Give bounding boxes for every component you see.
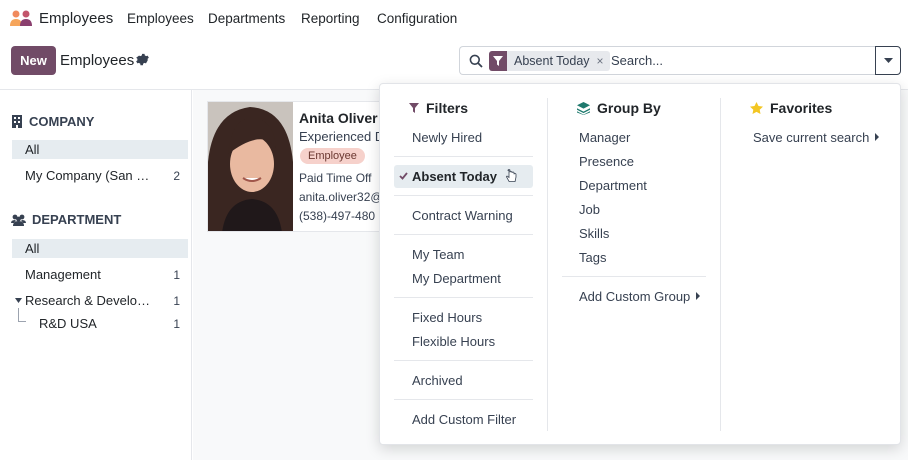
department-item-label: Research & Developm... xyxy=(25,293,152,308)
divider xyxy=(394,297,533,298)
groupby-job[interactable]: Job xyxy=(579,202,600,217)
department-item-label: R&D USA xyxy=(39,316,97,331)
employee-photo xyxy=(208,102,293,231)
star-icon xyxy=(750,102,763,114)
favorites-title: Favorites xyxy=(770,100,833,116)
gear-icon[interactable] xyxy=(136,53,149,66)
column-divider xyxy=(547,98,548,431)
search-icon xyxy=(469,54,483,68)
filter-icon xyxy=(489,51,507,71)
groupby-department[interactable]: Department xyxy=(579,178,647,193)
groupby-presence[interactable]: Presence xyxy=(579,154,634,169)
filter-my-team[interactable]: My Team xyxy=(412,247,465,262)
department-item-label: All xyxy=(25,241,40,256)
facet-label: Absent Today xyxy=(514,54,590,68)
layers-icon xyxy=(577,101,590,115)
add-custom-group[interactable]: Add Custom Group xyxy=(579,289,701,304)
new-button[interactable]: New xyxy=(11,46,56,75)
caret-right-icon xyxy=(696,292,701,300)
company-section-header: COMPANY xyxy=(11,114,94,129)
save-current-search[interactable]: Save current search xyxy=(753,130,880,145)
facet-remove-icon[interactable]: × xyxy=(595,54,610,68)
department-item-management[interactable]: Management 1 xyxy=(12,265,188,284)
employee-phone: (538)-497-480 xyxy=(299,209,376,223)
nav-reporting[interactable]: Reporting xyxy=(301,11,360,26)
company-item-label: All xyxy=(25,142,40,157)
favorites-header: Favorites xyxy=(750,100,832,116)
divider xyxy=(394,195,533,196)
company-item-all[interactable]: All xyxy=(12,140,188,159)
filter-flexible-hours[interactable]: Flexible Hours xyxy=(412,334,495,349)
search-options-dropdown: Filters Newly Hired Absent Today Contrac… xyxy=(379,83,901,445)
department-item-rd-usa[interactable]: R&D USA 1 xyxy=(26,314,188,333)
divider xyxy=(394,360,533,361)
filter-fixed-hours[interactable]: Fixed Hours xyxy=(412,310,482,325)
hand-cursor-icon xyxy=(506,169,517,182)
employee-status: Paid Time Off xyxy=(299,171,372,185)
tree-connector xyxy=(18,308,26,322)
groupby-header: Group By xyxy=(577,100,661,116)
employee-name: Anita Oliver xyxy=(299,110,378,126)
check-icon xyxy=(399,172,408,180)
add-custom-group-label: Add Custom Group xyxy=(579,289,691,304)
search-bar[interactable]: Absent Today × xyxy=(459,46,875,75)
groupby-tags[interactable]: Tags xyxy=(579,250,606,265)
caret-down-icon xyxy=(883,57,893,63)
filter-contract-warning[interactable]: Contract Warning xyxy=(412,208,513,223)
department-item-count: 1 xyxy=(173,267,180,282)
building-icon xyxy=(12,115,22,128)
top-navbar: Employees Employees Departments Reportin… xyxy=(0,0,908,38)
department-item-count: 1 xyxy=(173,293,180,308)
department-section-header: DEPARTMENT xyxy=(11,212,121,227)
divider xyxy=(394,399,533,400)
filters-title: Filters xyxy=(426,100,469,116)
divider xyxy=(394,234,533,235)
caret-down-icon[interactable] xyxy=(15,298,22,303)
app-title[interactable]: Employees xyxy=(39,10,113,27)
nav-configuration[interactable]: Configuration xyxy=(377,11,457,26)
groupby-skills[interactable]: Skills xyxy=(579,226,609,241)
department-section-title: DEPARTMENT xyxy=(32,212,122,227)
filters-header: Filters xyxy=(409,100,468,116)
department-item-count: 1 xyxy=(173,316,180,331)
search-panel-sidebar: COMPANY All My Company (San Fra... 2 DEP… xyxy=(0,90,192,460)
column-divider xyxy=(720,98,721,431)
groupby-title: Group By xyxy=(597,100,661,116)
nav-employees[interactable]: Employees xyxy=(127,11,194,26)
filter-newly-hired[interactable]: Newly Hired xyxy=(412,130,482,145)
department-item-research[interactable]: Research & Developm... 1 xyxy=(12,291,188,310)
company-item-label: My Company (San Fra... xyxy=(25,168,152,183)
nav-departments[interactable]: Departments xyxy=(208,11,285,26)
employees-app-icon[interactable] xyxy=(9,9,33,27)
filter-absent-today[interactable]: Absent Today xyxy=(412,169,497,184)
breadcrumb: Employees xyxy=(60,52,135,69)
company-item-count: 2 xyxy=(173,168,180,183)
filter-my-department[interactable]: My Department xyxy=(412,271,501,286)
groupby-manager[interactable]: Manager xyxy=(579,130,630,145)
divider xyxy=(394,156,533,157)
department-item-label: Management xyxy=(25,267,101,282)
filter-archived[interactable]: Archived xyxy=(412,373,463,388)
company-item-my-company[interactable]: My Company (San Fra... 2 xyxy=(12,166,188,185)
search-facet[interactable]: Absent Today × xyxy=(489,51,610,71)
employee-email: anita.oliver32@ xyxy=(299,190,383,204)
department-item-all[interactable]: All xyxy=(12,239,188,258)
divider xyxy=(562,276,706,277)
filter-icon xyxy=(409,103,419,113)
employee-tag: Employee xyxy=(300,148,365,164)
caret-right-icon xyxy=(875,133,880,141)
save-current-search-label: Save current search xyxy=(753,130,870,145)
search-input[interactable] xyxy=(611,53,861,68)
company-section-title: COMPANY xyxy=(29,114,95,129)
users-icon xyxy=(11,214,26,226)
employee-card[interactable]: Anita Oliver Experienced D Employee Paid… xyxy=(207,101,397,232)
add-custom-filter[interactable]: Add Custom Filter xyxy=(412,412,516,427)
search-panel-toggle-button[interactable] xyxy=(875,46,901,75)
employee-job-title: Experienced D xyxy=(299,129,385,144)
